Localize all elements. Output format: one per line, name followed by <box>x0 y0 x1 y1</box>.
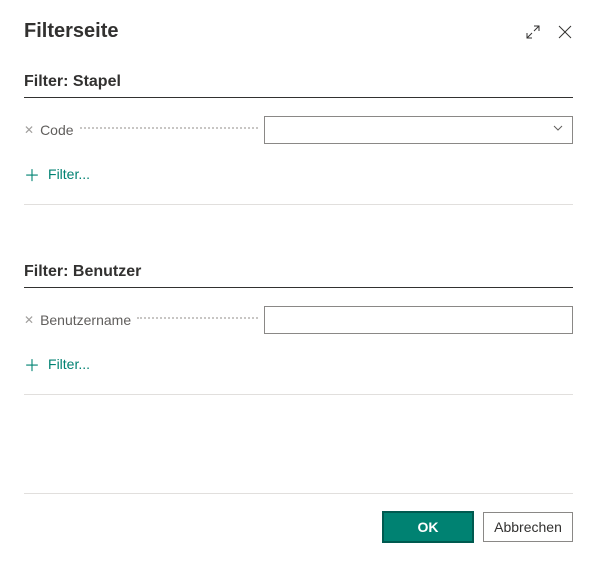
close-icon[interactable] <box>557 24 573 40</box>
plus-icon: ＋ <box>24 352 40 376</box>
add-filter-stapel[interactable]: ＋ Filter... <box>24 162 573 186</box>
filter-row-code: ✕ Code <box>24 116 573 144</box>
add-filter-label-stapel: Filter... <box>48 166 90 182</box>
filter-label-wrap-code: ✕ Code <box>24 122 264 138</box>
footer-buttons: OK Abbrechen <box>24 512 573 542</box>
remove-filter-benutzer-icon[interactable]: ✕ <box>24 314 34 326</box>
section-gap <box>24 205 573 263</box>
chevron-down-icon <box>552 121 564 139</box>
add-filter-label-benutzer: Filter... <box>48 356 90 372</box>
dots <box>137 317 258 319</box>
plus-icon: ＋ <box>24 162 40 186</box>
filter-dialog: Filterseite Filter: Stapel ✕ C <box>0 0 597 395</box>
section-title-benutzer: Filter: Benutzer <box>24 263 573 288</box>
filter-label-wrap-benutzer: ✕ Benutzername <box>24 312 264 328</box>
filter-row-benutzername: ✕ Benutzername <box>24 306 573 334</box>
expand-icon[interactable] <box>525 24 541 40</box>
filter-label-code: Code <box>40 122 73 138</box>
code-select[interactable] <box>264 116 573 144</box>
header-icons <box>525 24 573 40</box>
filter-label-benutzer: Benutzername <box>40 312 131 328</box>
dialog-footer: OK Abbrechen <box>24 493 573 542</box>
benutzername-input[interactable] <box>264 306 573 334</box>
add-filter-benutzer[interactable]: ＋ Filter... <box>24 352 573 376</box>
cancel-button[interactable]: Abbrechen <box>483 512 573 542</box>
ok-button[interactable]: OK <box>383 512 473 542</box>
section-title-stapel: Filter: Stapel <box>24 73 573 98</box>
dialog-title: Filterseite <box>24 20 118 43</box>
section-divider <box>24 394 573 395</box>
footer-divider <box>24 493 573 494</box>
dots <box>80 127 258 129</box>
remove-filter-code-icon[interactable]: ✕ <box>24 124 34 136</box>
dialog-header: Filterseite <box>24 20 573 43</box>
